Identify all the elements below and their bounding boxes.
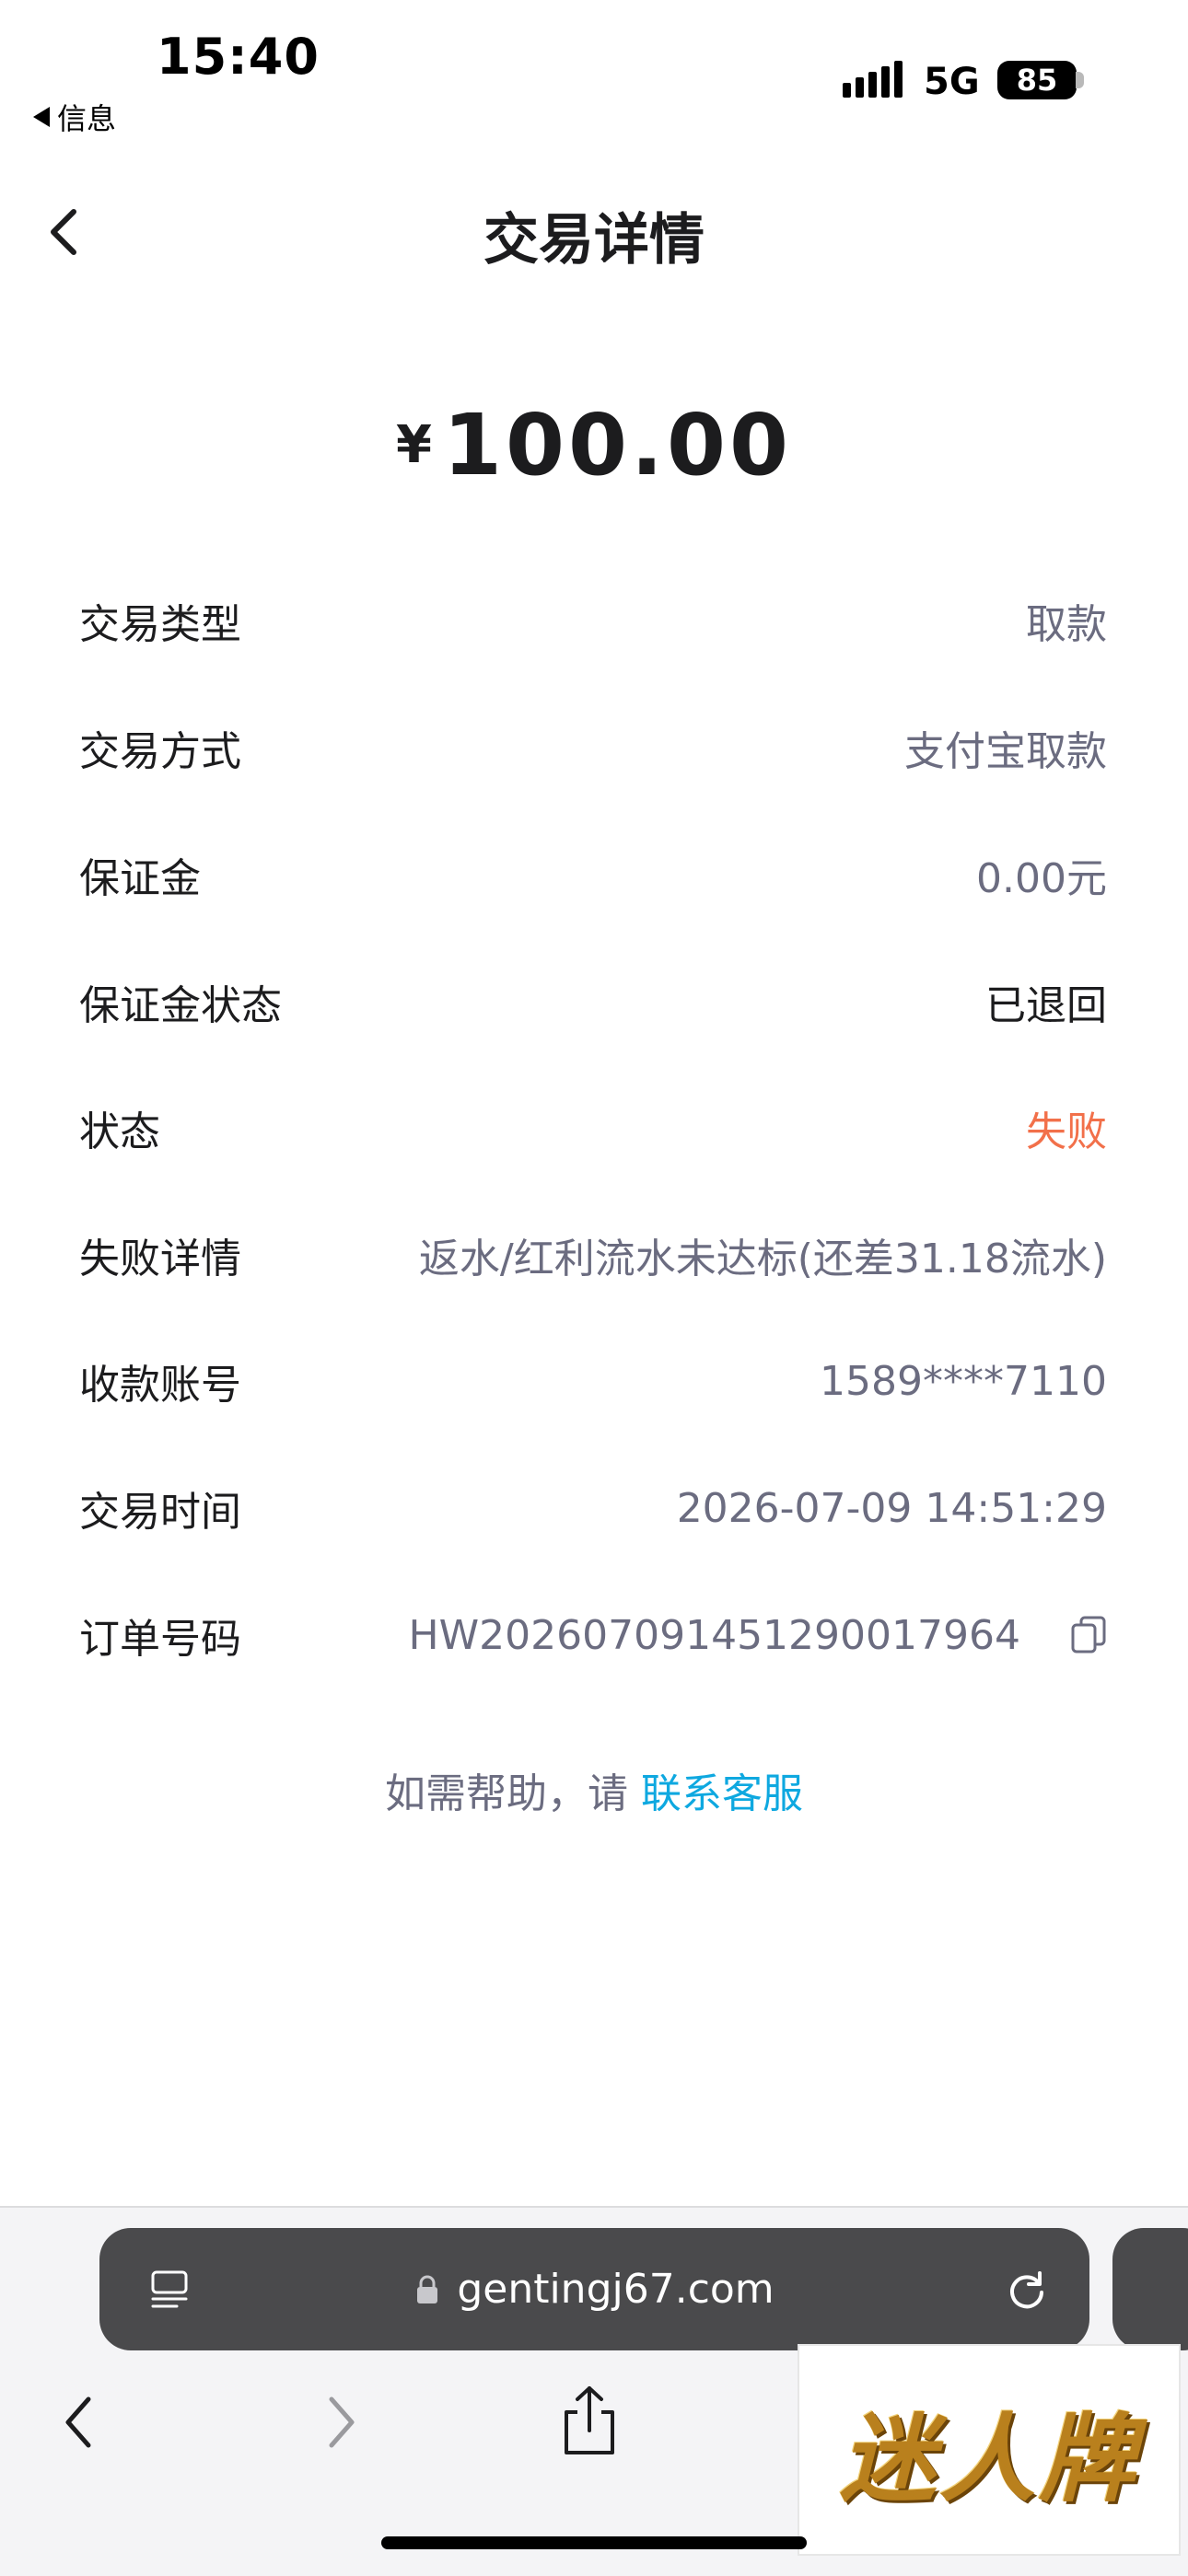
row-value: 2026-07-09 14:51:29	[676, 1484, 1107, 1532]
share-button[interactable]	[557, 2383, 622, 2460]
browser-back-button[interactable]	[57, 2390, 103, 2454]
row-label: 失败详情	[79, 1236, 241, 1282]
transaction-amount: ¥100.00	[0, 396, 1188, 494]
help-text: 如需帮助，请 联系客服	[0, 1760, 1188, 1819]
detail-row-status: 状态 失败	[79, 1091, 1107, 1165]
watermark-logo: 迷人牌	[798, 2344, 1181, 2556]
home-indicator	[381, 2536, 807, 2549]
row-value: HW202607091451290017964	[408, 1611, 1020, 1659]
battery-level: 85	[1016, 63, 1058, 98]
chevron-left-icon	[65, 2396, 91, 2448]
row-label: 交易方式	[79, 728, 241, 775]
back-button[interactable]	[37, 195, 101, 269]
row-label: 状态	[79, 1108, 160, 1155]
detail-row-order-number: 订单号码 HW202607091451290017964	[79, 1598, 1107, 1672]
row-value: 返水/红利流水未达标(还差31.18流水)	[418, 1236, 1107, 1282]
detail-row-method: 交易方式 支付宝取款	[79, 711, 1107, 784]
detail-row-type: 交易类型 取款	[79, 584, 1107, 657]
back-triangle-icon	[33, 107, 50, 127]
cellular-signal-icon	[843, 61, 903, 98]
battery-cap-icon	[1076, 72, 1084, 88]
reload-icon	[1010, 2271, 1043, 2309]
row-label: 保证金状态	[79, 982, 282, 1029]
chevron-left-icon	[51, 209, 76, 255]
chevron-right-icon	[329, 2396, 355, 2448]
detail-row-failure-reason: 失败详情 返水/红利流水未达标(还差31.18流水)	[79, 1218, 1107, 1292]
network-type: 5G	[924, 61, 980, 103]
help-prefix: 如需帮助，请	[385, 1770, 628, 1817]
detail-row-deposit-status: 保证金状态 已退回	[79, 965, 1107, 1039]
row-label: 保证金	[79, 855, 201, 902]
row-label: 交易类型	[79, 601, 241, 648]
status-badge: 失败	[1026, 1108, 1107, 1155]
row-label: 收款账号	[79, 1362, 241, 1409]
row-label: 交易时间	[79, 1489, 241, 1536]
url-text: gentingj67.com	[457, 2266, 775, 2313]
url-display[interactable]: gentingj67.com	[99, 2228, 1089, 2350]
browser-forward-button[interactable]	[317, 2390, 363, 2454]
copy-icon	[1071, 1616, 1106, 1654]
order-number-value: HW202607091451290017964	[409, 1612, 1107, 1659]
next-tab-preview[interactable]	[1112, 2228, 1188, 2350]
watermark-text: 迷人牌	[839, 2401, 1138, 2515]
page-title: 交易详情	[483, 208, 705, 273]
battery-icon: 85	[997, 61, 1077, 99]
currency-symbol: ¥	[396, 415, 432, 475]
amount-value: 100.00	[442, 396, 792, 494]
share-icon	[565, 2386, 614, 2454]
copy-button[interactable]	[1070, 1615, 1107, 1655]
row-value: 支付宝取款	[904, 728, 1107, 775]
status-time: 15:40	[157, 28, 320, 86]
detail-row-time: 交易时间 2026-07-09 14:51:29	[79, 1471, 1107, 1545]
lock-icon	[417, 2275, 438, 2303]
detail-row-account: 收款账号 1589****7110	[79, 1344, 1107, 1418]
row-value: 0.00元	[976, 855, 1107, 902]
contact-support-link[interactable]: 联系客服	[641, 1770, 803, 1817]
row-value: 已退回	[985, 982, 1107, 1029]
back-to-app-link[interactable]: 信息	[33, 96, 116, 138]
row-value: 取款	[1026, 601, 1107, 648]
reload-button[interactable]	[1004, 2267, 1050, 2313]
row-label: 订单号码	[79, 1616, 241, 1663]
row-value: 1589****7110	[820, 1357, 1107, 1405]
detail-row-deposit: 保证金 0.00元	[79, 838, 1107, 911]
back-to-app-label: 信息	[57, 101, 117, 136]
